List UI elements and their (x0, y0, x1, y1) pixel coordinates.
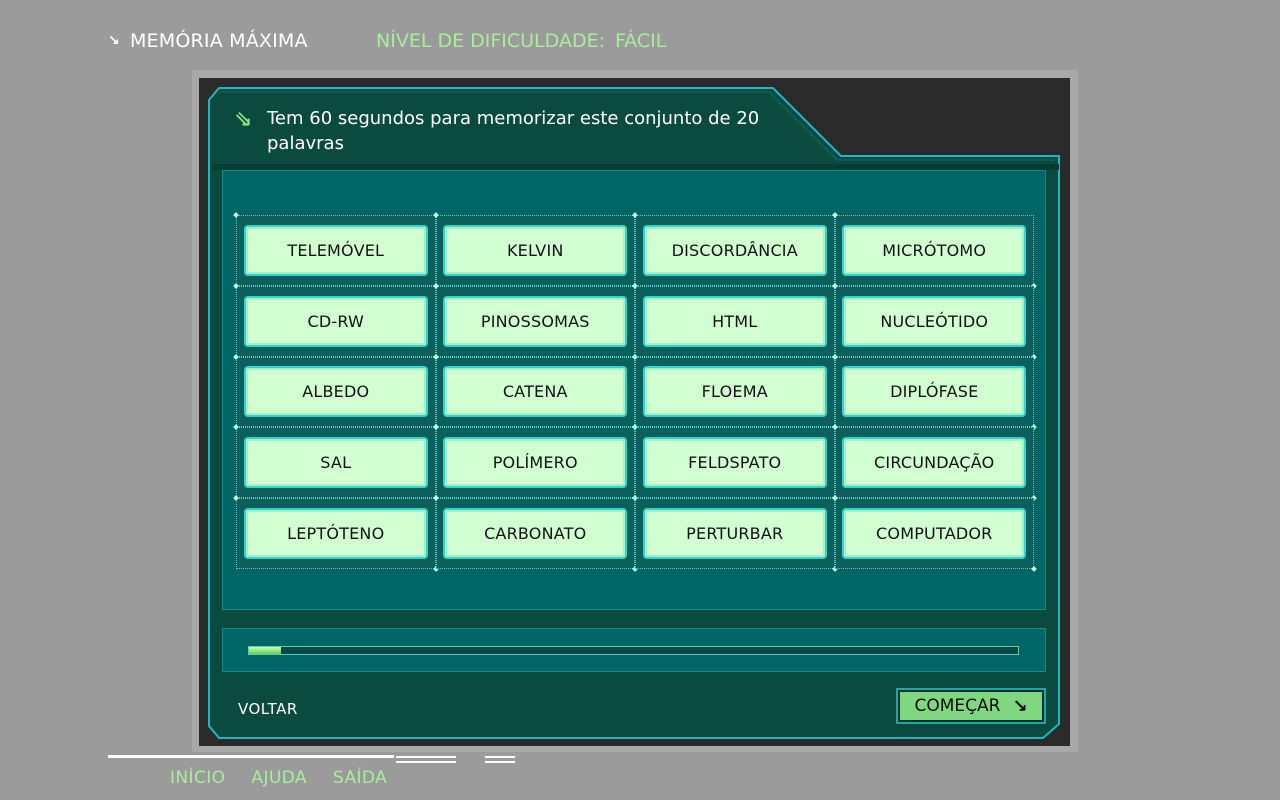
word-cell: TELEMÓVEL (236, 215, 436, 286)
word-cell: CIRCUNDAÇÃO (834, 427, 1034, 499)
word-cell: LEPTÓTENO (236, 498, 436, 569)
arrow-down-right-icon: ↘ (108, 33, 120, 49)
word-cell: CATENA (435, 356, 635, 428)
word-cell: SAL (236, 427, 436, 499)
word-cell: PERTURBAR (635, 498, 835, 569)
word-cell: HTML (635, 285, 835, 357)
word-card: MICRÓTOMO (842, 224, 1027, 276)
word-cell: MICRÓTOMO (834, 215, 1034, 286)
word-cell: PINOSSOMAS (435, 285, 635, 357)
instruction-text: Tem 60 segundos para memorizar este conj… (267, 108, 760, 154)
app-title: ↘ MEMÓRIA MÁXIMA (108, 30, 308, 52)
word-cell: FLOEMA (635, 356, 835, 428)
timer-bar (248, 646, 1019, 655)
word-card: NUCLEÓTIDO (842, 295, 1027, 347)
word-card: DISCORDÂNCIA (642, 224, 827, 276)
start-button[interactable]: COMEÇAR ↘ (896, 688, 1046, 724)
nav-exit[interactable]: SAÍDA (333, 768, 387, 788)
word-grid: TELEMÓVEL KELVIN DISCORDÂNCIA MICRÓTOMO CD-R… (236, 215, 1034, 569)
word-card: CIRCUNDAÇÃO (842, 437, 1027, 489)
arrow-down-right-icon: ↘ (1012, 695, 1028, 717)
back-button[interactable]: VOLTAR (238, 700, 298, 718)
word-cell: CD-RW (236, 285, 436, 357)
word-cell: FELDSPATO (635, 427, 835, 499)
nav-help[interactable]: AJUDA (251, 768, 307, 788)
game-screen: ↘ MEMÓRIA MÁXIMA NÍVEL DE DIFICULDADE: F… (0, 0, 1280, 800)
word-card: FLOEMA (642, 366, 827, 418)
difficulty-label: NÍVEL DE DIFICULDADE: (376, 30, 605, 52)
word-card: DIPLÓFASE (842, 366, 1027, 418)
word-card: COMPUTADOR (842, 508, 1027, 560)
start-button-label: COMEÇAR (914, 696, 1001, 716)
word-card: CD-RW (243, 295, 428, 347)
word-cell: POLÍMERO (435, 427, 635, 499)
word-card: KELVIN (443, 224, 628, 276)
word-cell: COMPUTADOR (834, 498, 1034, 569)
double-arrow-down-right-icon: ⇘ (234, 107, 253, 132)
word-cell: CARBONATO (435, 498, 635, 569)
word-cell: KELVIN (435, 215, 635, 286)
word-card: POLÍMERO (443, 437, 628, 489)
app-title-text: MEMÓRIA MÁXIMA (129, 30, 308, 52)
word-card: CATENA (443, 366, 628, 418)
word-card: TELEMÓVEL (243, 224, 428, 276)
word-card: HTML (642, 295, 827, 347)
difficulty-value: FÁCIL (614, 30, 667, 52)
word-card: PINOSSOMAS (443, 295, 628, 347)
word-cell: NUCLEÓTIDO (834, 285, 1034, 357)
word-card: LEPTÓTENO (243, 508, 428, 560)
footer-nav: INÍCIO AJUDA SAÍDA (170, 768, 387, 788)
word-cell: DIPLÓFASE (834, 356, 1034, 428)
word-card: CARBONATO (443, 508, 628, 560)
word-card: PERTURBAR (642, 508, 827, 560)
timer-bar-fill (249, 647, 282, 654)
word-cell: ALBEDO (236, 356, 436, 428)
difficulty-indicator: NÍVEL DE DIFICULDADE: FÁCIL (376, 30, 666, 52)
word-cell: DISCORDÂNCIA (635, 215, 835, 286)
word-card: FELDSPATO (642, 437, 827, 489)
word-card: SAL (243, 437, 428, 489)
word-card: ALBEDO (243, 366, 428, 418)
nav-home[interactable]: INÍCIO (170, 768, 225, 788)
